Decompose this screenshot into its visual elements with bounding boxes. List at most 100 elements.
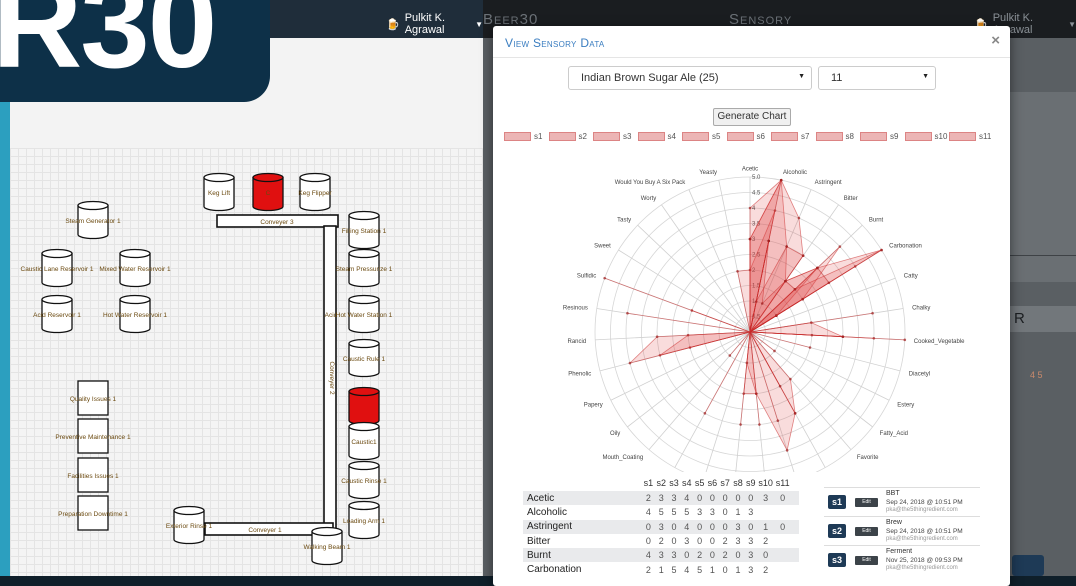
column-header: s1 (643, 478, 654, 488)
vessel-top (119, 294, 151, 305)
table-cell: 1 (735, 507, 741, 518)
sample-email: pka@the5thingredient.com (886, 565, 958, 571)
table-cell: 4 (684, 493, 690, 504)
legend-item[interactable]: s8 (815, 130, 861, 142)
sample-badge[interactable]: s1 (828, 495, 846, 509)
table-cell: 3 (748, 550, 754, 561)
table-cell: 3 (658, 521, 664, 532)
process-node[interactable]: Keg Lift (203, 172, 235, 212)
table-cell: 0 (709, 536, 715, 547)
series-point (871, 311, 874, 315)
background-panel (1010, 92, 1076, 282)
vessel-top (203, 172, 235, 183)
vessel-top (348, 338, 380, 349)
conveyor-label: Conveyer 2 (328, 361, 335, 395)
process-node[interactable]: Caustic Rule 1 (343, 338, 386, 378)
process-canvas[interactable]: Conveyer 3 Conveyer 1 Conveyer 2 Keg Lift C K… (10, 148, 483, 576)
axis-label: Phenolic (568, 372, 591, 378)
process-node[interactable]: Caustic Rinse 1 (341, 460, 387, 500)
legend-label: s1 (534, 131, 543, 141)
process-node[interactable]: Steam Generator 1 (65, 200, 121, 240)
node-label: Hot Water Station 1 (336, 312, 393, 319)
table-row: Bitter 0 2 0 3 0 0 2 3 3 2 (523, 534, 799, 548)
legend-swatch (904, 131, 932, 141)
edit-button[interactable]: Edit (855, 556, 878, 565)
sample-name: Brew (886, 519, 902, 526)
table-cell: 0 (645, 521, 651, 532)
edit-button[interactable]: Edit (855, 527, 878, 536)
process-node[interactable]: Acid Reservoir 1 (33, 294, 81, 334)
legend-label: s6 (756, 131, 765, 141)
process-node[interactable]: Hot Water Reservoir 1 (103, 294, 167, 334)
row-label: Alcoholic (527, 506, 568, 518)
legend-item[interactable]: s9 (860, 130, 905, 142)
legend-item[interactable]: s7 (771, 130, 816, 142)
legend-label: s7 (801, 131, 810, 141)
logo-badge[interactable]: R30 (0, 0, 270, 102)
sample-badge[interactable]: s3 (828, 553, 846, 567)
series-point (760, 302, 764, 305)
series-point (776, 419, 780, 423)
process-node[interactable]: Caustic1 (348, 421, 380, 461)
column-header: s6 (707, 478, 718, 488)
background-button (1012, 555, 1044, 576)
process-node[interactable]: Filling Station 1 (342, 210, 387, 250)
process-node[interactable]: Mixed Water Reservoir 1 (99, 248, 171, 288)
table-cell: 0 (684, 550, 690, 561)
axis-label: Cooked_Vegetable (914, 339, 965, 345)
series-point (773, 349, 776, 353)
legend-item[interactable]: s10 (904, 130, 950, 142)
close-icon[interactable]: × (991, 32, 1000, 49)
legend-item[interactable]: s2 (548, 130, 594, 142)
table-cell: 2 (645, 564, 651, 575)
vessel-top (348, 421, 380, 432)
legend-item[interactable]: s5 (682, 130, 727, 142)
node-label: Caustic Rinse 1 (341, 478, 387, 485)
row-label: Astringent (527, 521, 573, 533)
legend-item[interactable]: s1 (504, 130, 549, 142)
legend-item[interactable]: s11 (949, 130, 994, 142)
process-node[interactable]: Hot Water Station 1 (336, 294, 393, 334)
node-label: Quality Issues 1 (70, 396, 117, 403)
axis-label: Diacetyl (909, 372, 930, 378)
process-node[interactable]: Keg Flipper (298, 172, 332, 212)
column-header: s7 (720, 478, 730, 488)
node-label: Filling Station 1 (342, 228, 387, 235)
table-cell: 3 (735, 536, 741, 547)
process-node[interactable]: Facilities Issues 1 (67, 457, 119, 493)
left-user-menu[interactable]: 🍺 Pulkit K. Agrawal ▼ (386, 12, 483, 36)
process-node[interactable]: Preparation Downtime 1 (58, 495, 128, 531)
table-cell: 4 (645, 550, 651, 561)
row-label: Burnt (527, 549, 551, 561)
node-label: Loading Arm 1 (343, 518, 385, 525)
generate-chart-button[interactable]: Generate Chart (713, 108, 791, 126)
process-node[interactable]: Steam Pressurize 1 (336, 248, 393, 288)
batch-select[interactable]: 11 ▼ (818, 66, 936, 90)
column-header: s4 (682, 478, 692, 488)
chevron-down-icon: ▼ (475, 19, 483, 29)
series-point (838, 245, 842, 248)
sample-badge[interactable]: s2 (828, 524, 846, 538)
node-label: Acid (325, 312, 338, 319)
process-node[interactable]: Preventive Maintenance 1 (55, 418, 131, 454)
process-node[interactable]: Quality Issues 1 (70, 380, 117, 416)
legend-item[interactable]: s6 (726, 130, 772, 142)
edit-button[interactable]: Edit (855, 498, 878, 507)
legend-item[interactable]: s3 (593, 130, 638, 142)
process-node[interactable]: C (252, 172, 284, 212)
axis-label: Carbonation (889, 244, 922, 250)
process-node[interactable] (348, 386, 380, 426)
table-row: Carbonation 2 1 5 4 5 1 0 1 3 2 (523, 562, 799, 576)
legend-label: s11 (979, 131, 992, 141)
chevron-down-icon: ▼ (1068, 19, 1076, 29)
series-point (728, 354, 732, 357)
sample-date: Sep 24, 2018 @ 10:51 PM (886, 528, 963, 535)
series-point (827, 281, 831, 285)
column-header: s9 (746, 478, 756, 488)
beer-select[interactable]: Indian Brown Sugar Ale (25) ▼ (568, 66, 812, 90)
process-node[interactable]: Caustic Lane Reservoir 1 (21, 248, 94, 288)
process-node[interactable]: Loading Arm 1 (343, 500, 385, 540)
legend-item[interactable]: s4 (637, 130, 683, 142)
process-node[interactable]: Exterior Rinse 1 (166, 505, 213, 545)
vessel-top (299, 172, 331, 183)
